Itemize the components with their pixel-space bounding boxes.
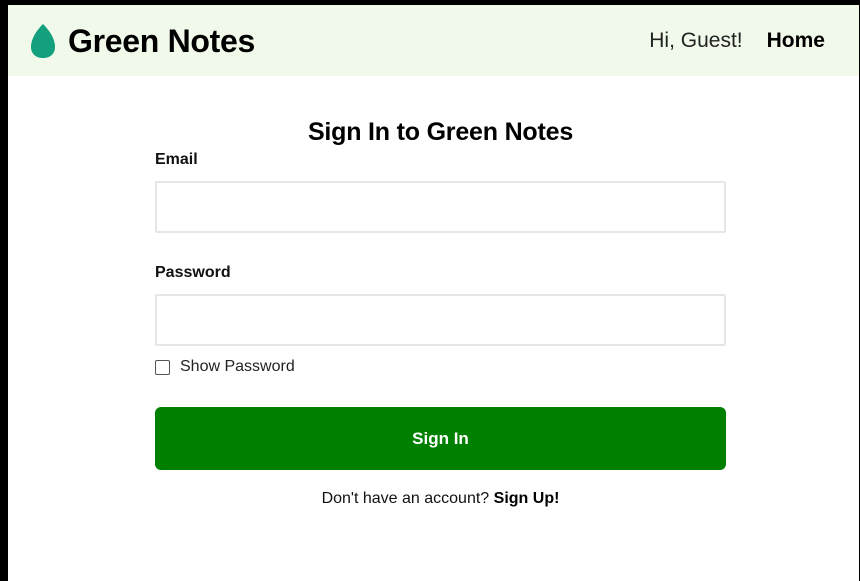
form-title: Sign In to Green Notes <box>307 118 574 146</box>
email-field[interactable] <box>155 181 726 233</box>
greeting-text: Hi, Guest! <box>649 29 743 52</box>
brand-name: Green Notes <box>68 22 255 59</box>
password-label: Password <box>155 264 231 281</box>
show-password-row[interactable]: Show Password <box>155 358 295 376</box>
signup-prompt-line: Don't have an account? Sign Up! <box>155 490 726 508</box>
sign-up-link[interactable]: Sign Up! <box>494 490 560 507</box>
brand[interactable]: Green Notes <box>30 21 255 61</box>
show-password-label: Show Password <box>180 358 295 375</box>
signup-prompt: Don't have an account? <box>321 490 490 507</box>
home-link[interactable]: Home <box>767 29 825 53</box>
nav-right: Hi, Guest! Home <box>649 29 825 53</box>
password-field[interactable] <box>155 294 726 346</box>
sign-in-button[interactable]: Sign In <box>155 407 726 470</box>
navbar: Green Notes Hi, Guest! Home <box>8 5 859 76</box>
email-label: Email <box>155 151 198 168</box>
leaf-icon <box>30 23 56 59</box>
show-password-checkbox[interactable] <box>155 359 170 375</box>
